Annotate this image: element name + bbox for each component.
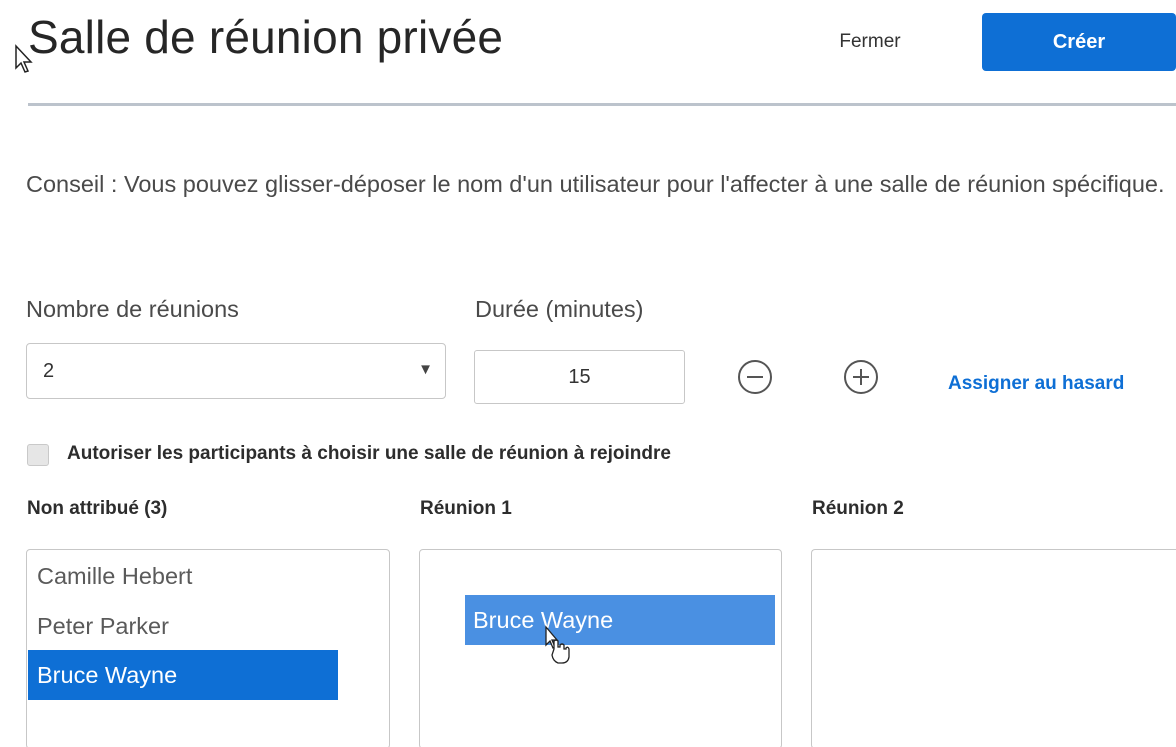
room2-list[interactable]	[811, 549, 1176, 747]
unassigned-column-title: Non attribué (3)	[27, 498, 168, 519]
tip-text: Conseil : Vous pouvez glisser-déposer le…	[26, 171, 1165, 197]
dragging-user-ghost[interactable]: Bruce Wayne	[465, 595, 775, 645]
rooms-count-label: Nombre de réunions	[26, 296, 239, 322]
create-button[interactable]: Créer	[982, 13, 1176, 71]
decrease-duration-button[interactable]	[738, 360, 772, 394]
room2-column-title: Réunion 2	[812, 498, 904, 519]
rooms-count-select[interactable]: 2 ▼	[26, 343, 446, 399]
allow-choose-room-checkbox[interactable]	[27, 444, 49, 466]
page-title: Salle de réunion privée	[28, 11, 504, 63]
unassigned-list[interactable]: Camille Hebert Peter Parker Bruce Wayne	[26, 549, 390, 747]
duration-label: Durée (minutes)	[475, 296, 644, 322]
random-assign-link[interactable]: Assigner au hasard	[948, 373, 1124, 395]
duration-input[interactable]	[474, 350, 685, 404]
allow-choose-room-label: Autoriser les participants à choisir une…	[67, 443, 671, 464]
list-item[interactable]: Camille Hebert	[28, 551, 338, 601]
list-item-selected[interactable]: Bruce Wayne	[28, 650, 338, 700]
list-item[interactable]: Peter Parker	[28, 601, 338, 651]
close-button[interactable]: Fermer	[808, 20, 932, 64]
rooms-count-value: 2	[43, 360, 55, 382]
dropdown-arrow-icon: ▼	[418, 361, 433, 378]
increase-duration-button[interactable]	[844, 360, 878, 394]
room1-list[interactable]: Bruce Wayne	[419, 549, 782, 747]
header-divider	[28, 103, 1176, 106]
room1-column-title: Réunion 1	[420, 498, 512, 519]
breakout-room-dialog: Salle de réunion privée Fermer Créer Con…	[0, 0, 1176, 747]
